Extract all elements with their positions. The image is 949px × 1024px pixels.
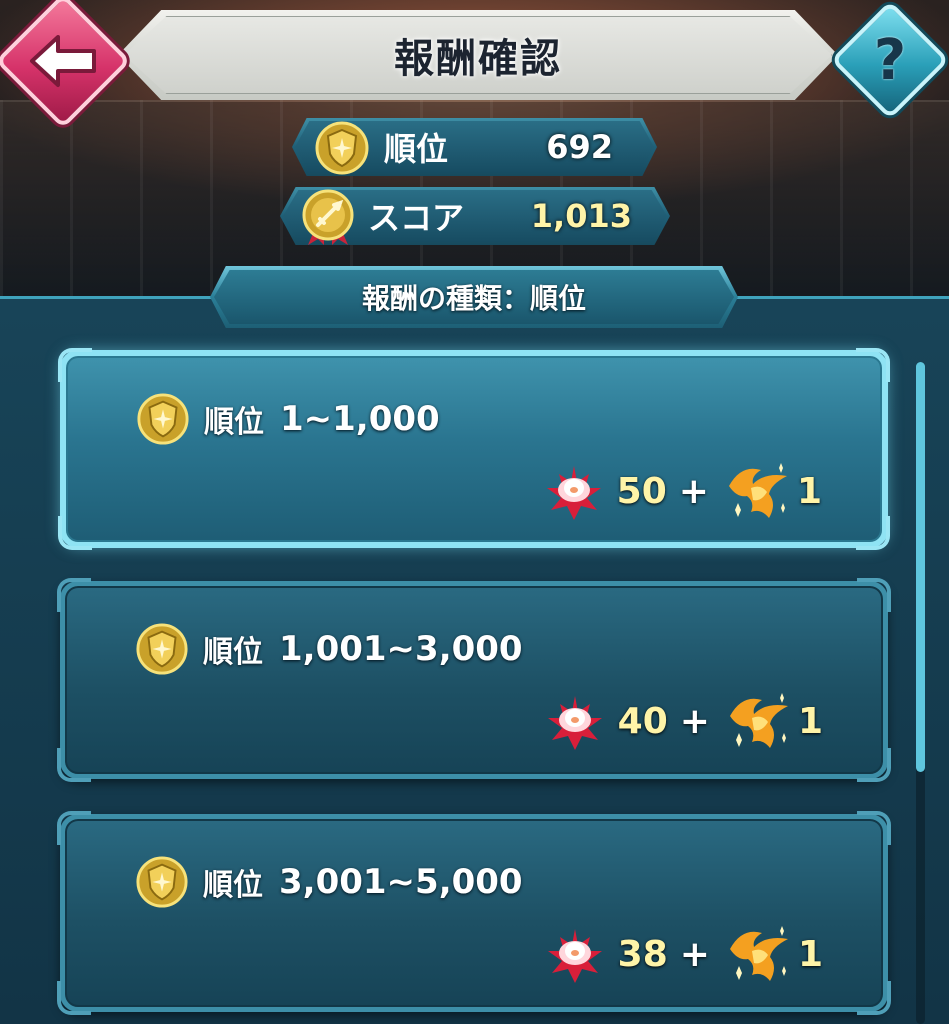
golden-phoenix-icon: [728, 463, 787, 518]
plus-sign: +: [678, 470, 709, 512]
rank-row: 順位 1,001~3,000: [135, 623, 523, 675]
score-value: 1,013: [530, 197, 632, 235]
sword-medal-icon: [302, 189, 354, 245]
rank-label: 順位: [384, 130, 449, 168]
reward-type-header: 報酬の種類：順位: [210, 266, 738, 328]
reward-card[interactable]: 順位 1,001~3,000 40 + 1: [57, 578, 891, 782]
page-title: 報酬確認: [394, 36, 562, 82]
rank-label: 順位: [203, 868, 263, 903]
score-label: スコア: [368, 199, 465, 237]
golden-phoenix-icon: [729, 693, 788, 748]
reward-type-label: 報酬の種類：順位: [361, 282, 586, 315]
plus-sign: +: [679, 700, 710, 742]
rank-value: 692: [546, 128, 613, 166]
score-stat: スコア 1,013: [280, 187, 670, 245]
rank-range: 1,001~3,000: [279, 629, 523, 669]
rank-label: 順位: [204, 405, 264, 440]
golden-phoenix-icon: [729, 926, 788, 981]
title-banner: 報酬確認: [118, 10, 838, 100]
red-lotus-flower-icon: [546, 466, 601, 520]
rank-row: 順位 1~1,000: [136, 393, 440, 445]
gold-shield-medal-icon: [137, 393, 189, 445]
reward-amount: 38: [617, 933, 668, 975]
reward-card[interactable]: 順位 1~1,000 50 + 1: [58, 348, 890, 550]
rank-range: 3,001~5,000: [279, 862, 523, 902]
gold-shield-medal-icon: [136, 856, 188, 908]
red-lotus-flower-icon: [547, 929, 602, 983]
rank-range: 1~1,000: [280, 399, 440, 439]
back-button[interactable]: [0, 0, 131, 129]
help-button[interactable]: ?: [830, 0, 949, 120]
reward-row: 50 + 1: [541, 456, 822, 526]
back-arrow-icon: [30, 35, 96, 87]
reward-count: 1: [796, 470, 822, 512]
reward-amount: 50: [616, 470, 667, 512]
rank-row: 順位 3,001~5,000: [135, 856, 523, 908]
question-mark-icon: ?: [873, 27, 907, 93]
rank-stat: 順位 692: [292, 118, 657, 176]
red-lotus-flower-icon: [547, 696, 602, 750]
reward-count: 1: [797, 933, 823, 975]
gold-shield-medal-icon: [315, 121, 369, 175]
reward-card[interactable]: 順位 3,001~5,000 38 + 1: [57, 811, 891, 1015]
reward-row: 40 + 1: [542, 686, 823, 756]
scrollbar[interactable]: [916, 362, 925, 772]
gold-shield-medal-icon: [136, 623, 188, 675]
reward-amount: 40: [617, 700, 668, 742]
reward-row: 38 + 1: [542, 919, 823, 989]
rank-label: 順位: [203, 635, 263, 670]
reward-count: 1: [797, 700, 823, 742]
plus-sign: +: [679, 933, 710, 975]
